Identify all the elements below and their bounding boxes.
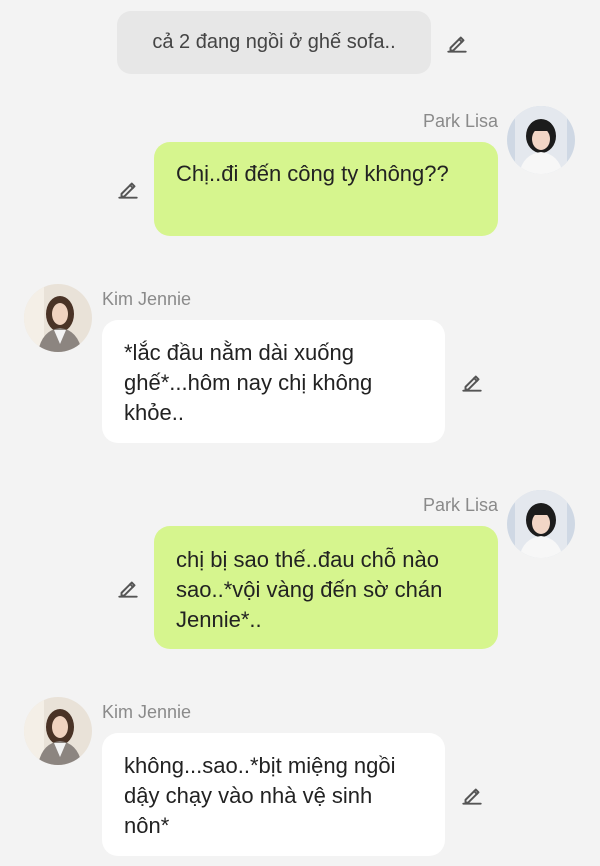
message-text: Chị..đi đến công ty không?? bbox=[176, 161, 449, 186]
sender-name: Kim Jennie bbox=[102, 289, 192, 309]
message-text: không...sao..*bịt miệng ngồi dậy chạy và… bbox=[124, 753, 396, 838]
edit-icon[interactable] bbox=[444, 30, 470, 56]
narration-text: cả 2 đang ngồi ở ghế sofa.. bbox=[152, 31, 396, 53]
edit-icon[interactable] bbox=[115, 176, 141, 202]
edit-icon[interactable] bbox=[459, 369, 485, 395]
message-bubble[interactable]: *lắc đầu nằm dài xuống ghế*...hôm nay ch… bbox=[102, 320, 445, 443]
message-text: *lắc đầu nằm dài xuống ghế*...hôm nay ch… bbox=[124, 340, 373, 425]
message-bubble[interactable]: Chị..đi đến công ty không?? bbox=[154, 142, 498, 236]
avatar-kim-jennie[interactable] bbox=[24, 284, 92, 352]
avatar-park-lisa[interactable] bbox=[507, 490, 575, 558]
message-bubble[interactable]: chị bị sao thế..đau chỗ nào sao..*vội và… bbox=[154, 526, 498, 649]
edit-icon[interactable] bbox=[459, 782, 485, 808]
narration-bubble: cả 2 đang ngồi ở ghế sofa.. bbox=[117, 11, 431, 74]
avatar-park-lisa[interactable] bbox=[507, 106, 575, 174]
message-bubble[interactable]: không...sao..*bịt miệng ngồi dậy chạy và… bbox=[102, 733, 445, 856]
sender-name: Kim Jennie bbox=[102, 702, 192, 722]
sender-name: Park Lisa bbox=[422, 111, 498, 131]
avatar-kim-jennie[interactable] bbox=[24, 697, 92, 765]
sender-name: Park Lisa bbox=[422, 495, 498, 515]
message-text: chị bị sao thế..đau chỗ nào sao..*vội và… bbox=[176, 547, 443, 632]
edit-icon[interactable] bbox=[115, 575, 141, 601]
